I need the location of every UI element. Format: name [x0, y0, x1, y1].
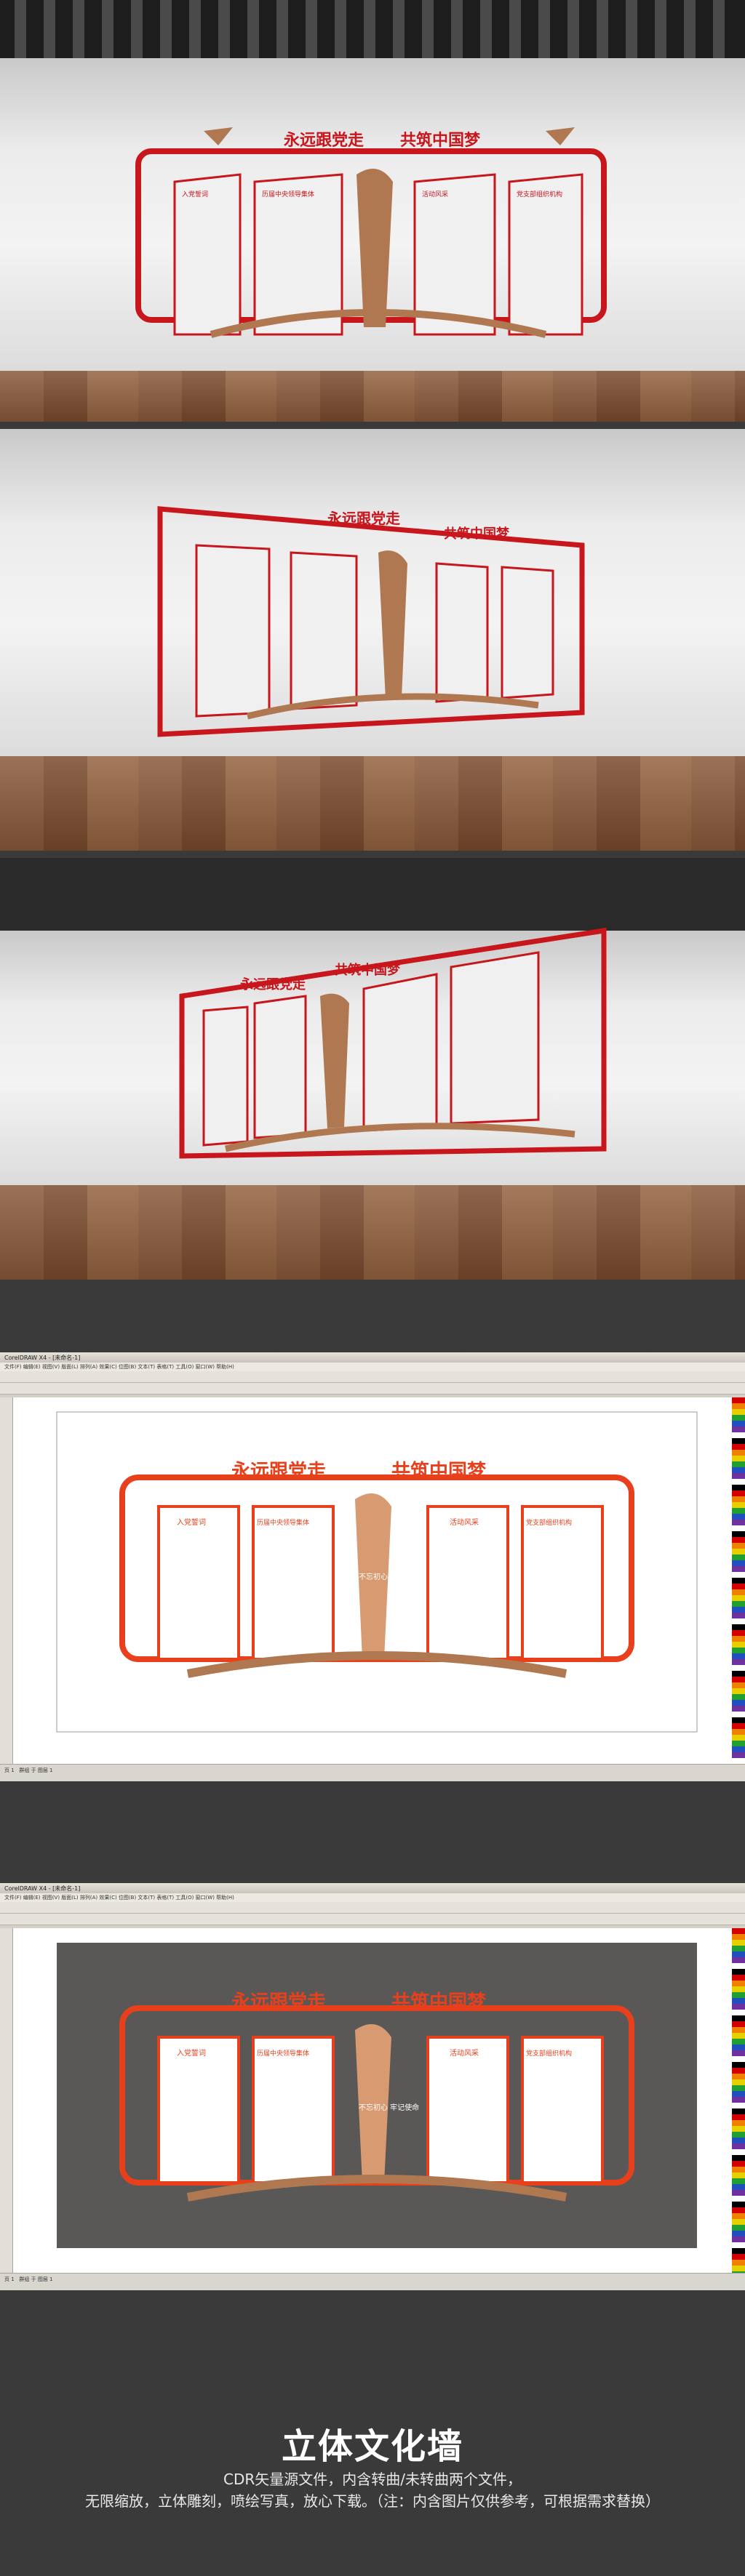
wood-floor: [0, 1185, 745, 1280]
panel2-heading: 历届中央领导集体: [257, 1518, 309, 1527]
panel1-heading: 入党誓词: [177, 1517, 206, 1527]
status-bar: 页 1 群组 于 图层 1: [0, 2273, 745, 2290]
standard-toolbar[interactable]: [0, 1371, 745, 1383]
status-bar: 页 1 群组 于 图层 1: [0, 1764, 745, 1781]
menu-bar[interactable]: 文件(F) 编辑(E) 视图(V) 版面(L) 排列(A) 效果(C) 位图(B…: [0, 1893, 745, 1902]
panel1-heading: 入党誓词: [182, 190, 208, 198]
banner-line-1: CDR矢量源文件，内含转曲/未转曲两个文件，: [223, 2471, 522, 2488]
toolbox[interactable]: [0, 1928, 13, 2273]
slogan-left: 永远跟党走: [327, 510, 400, 527]
color-palette[interactable]: [732, 1928, 745, 2273]
page-tab[interactable]: 页 1: [4, 2276, 15, 2282]
culture-wall-board: 永远跟党走 共筑中国梦 入党誓词 历届中央领导集体 活动风采 党支部组织机构: [135, 127, 607, 338]
pillar-text: 不忘初心 牢记使命: [359, 1572, 419, 1581]
drawing-canvas[interactable]: 永远跟党走 共筑中国梦 入党誓词 历届中央领导集体 活动风采 党支部组织机构 不…: [13, 1397, 732, 1764]
wood-floor: [0, 371, 745, 422]
culture-wall-board: 永远跟党走 共筑中国梦: [179, 927, 607, 1159]
render-scene-2: 永远跟党走 共筑中国梦: [0, 429, 745, 851]
page-tab[interactable]: 页 1: [4, 1768, 15, 1773]
panel4-heading: 党支部组织机构: [526, 1518, 572, 1527]
property-bar[interactable]: [0, 1383, 745, 1395]
ceiling-slats: [0, 0, 745, 58]
slogan-right: 共筑中国梦: [391, 1460, 487, 1482]
wood-floor: [0, 756, 745, 851]
slogan-left: 永远跟党走: [239, 976, 306, 992]
standard-toolbar[interactable]: [0, 1902, 745, 1914]
slogan-right: 共筑中国梦: [444, 526, 510, 542]
render-scene-1: 永远跟党走 共筑中国梦 入党誓词 历届中央领导集体 活动风采 党支部组织机构: [0, 0, 745, 422]
footer-banner: 立体文化墙 CDR矢量源文件，内含转曲/未转曲两个文件， 无限缩放，立体雕刻，喷…: [0, 2356, 745, 2576]
slogan-left: 永远跟党走: [231, 1461, 326, 1482]
slogan-left: 永远跟党走: [231, 1991, 326, 2013]
pillar-text: 不忘初心 牢记使命: [359, 2103, 419, 2112]
window-title: CorelDRAW X4 - [未命名-1]: [0, 1352, 745, 1363]
window-title: CorelDRAW X4 - [未命名-1]: [0, 1883, 745, 1893]
render-scene-3: 永远跟党走 共筑中国梦: [0, 858, 745, 1280]
color-palette[interactable]: [732, 1397, 745, 1764]
ceiling: [0, 0, 745, 58]
wall-design: 永远跟党走 共筑中国梦 入党誓词 历届中央领导集体 活动风采 党支部组织机构 不…: [56, 1411, 698, 1733]
banner-title: 立体文化墙: [281, 2426, 463, 2467]
slogan-left: 永远跟党走: [284, 131, 364, 150]
menu-bar[interactable]: 文件(F) 编辑(E) 视图(V) 版面(L) 排列(A) 效果(C) 位图(B…: [0, 1363, 745, 1371]
panel2-heading: 历届中央领导集体: [257, 2049, 309, 2058]
panel3-heading: 活动风采: [450, 2049, 479, 2058]
toolbox[interactable]: [0, 1397, 13, 1764]
banner-line-2: 无限缩放，立体雕刻，喷绘写真，放心下载。（注：内含图片仅供参考，可根据需求替换）: [85, 2492, 660, 2510]
drawing-canvas[interactable]: 永远跟党走 共筑中国梦 入党誓词 历届中央领导集体 活动风采 党支部组织机构 不…: [13, 1928, 732, 2273]
page: 永远跟党走 共筑中国梦 入党誓词 历届中央领导集体 活动风采 党支部组织机构 永…: [0, 0, 745, 2576]
slogan-right: 共筑中国梦: [391, 1991, 487, 2013]
panel4-heading: 党支部组织机构: [517, 190, 562, 198]
slogan-right: 共筑中国梦: [400, 131, 481, 150]
panel4-heading: 党支部组织机构: [526, 2049, 572, 2058]
panel3-heading: 活动风采: [450, 1518, 479, 1527]
status-text: 群组 于 图层 1: [19, 1768, 53, 1773]
coreldraw-window-2: CorelDRAW X4 - [未命名-1] 文件(F) 编辑(E) 视图(V)…: [0, 1883, 745, 2290]
panel2-heading: 历届中央领导集体: [262, 190, 314, 198]
panel1-heading: 入党誓词: [177, 2048, 206, 2058]
coreldraw-window-1: CorelDRAW X4 - [未命名-1] 文件(F) 编辑(E) 视图(V)…: [0, 1352, 745, 1781]
wall-design: 永远跟党走 共筑中国梦 入党誓词 历届中央领导集体 活动风采 党支部组织机构 不…: [57, 1943, 697, 2248]
property-bar[interactable]: [0, 1914, 745, 1925]
panel3-heading: 活动风采: [422, 190, 448, 198]
slogan-right: 共筑中国梦: [335, 962, 401, 978]
culture-wall-board: 永远跟党走 共筑中国梦: [157, 506, 585, 737]
status-text: 群组 于 图层 1: [19, 2276, 53, 2282]
